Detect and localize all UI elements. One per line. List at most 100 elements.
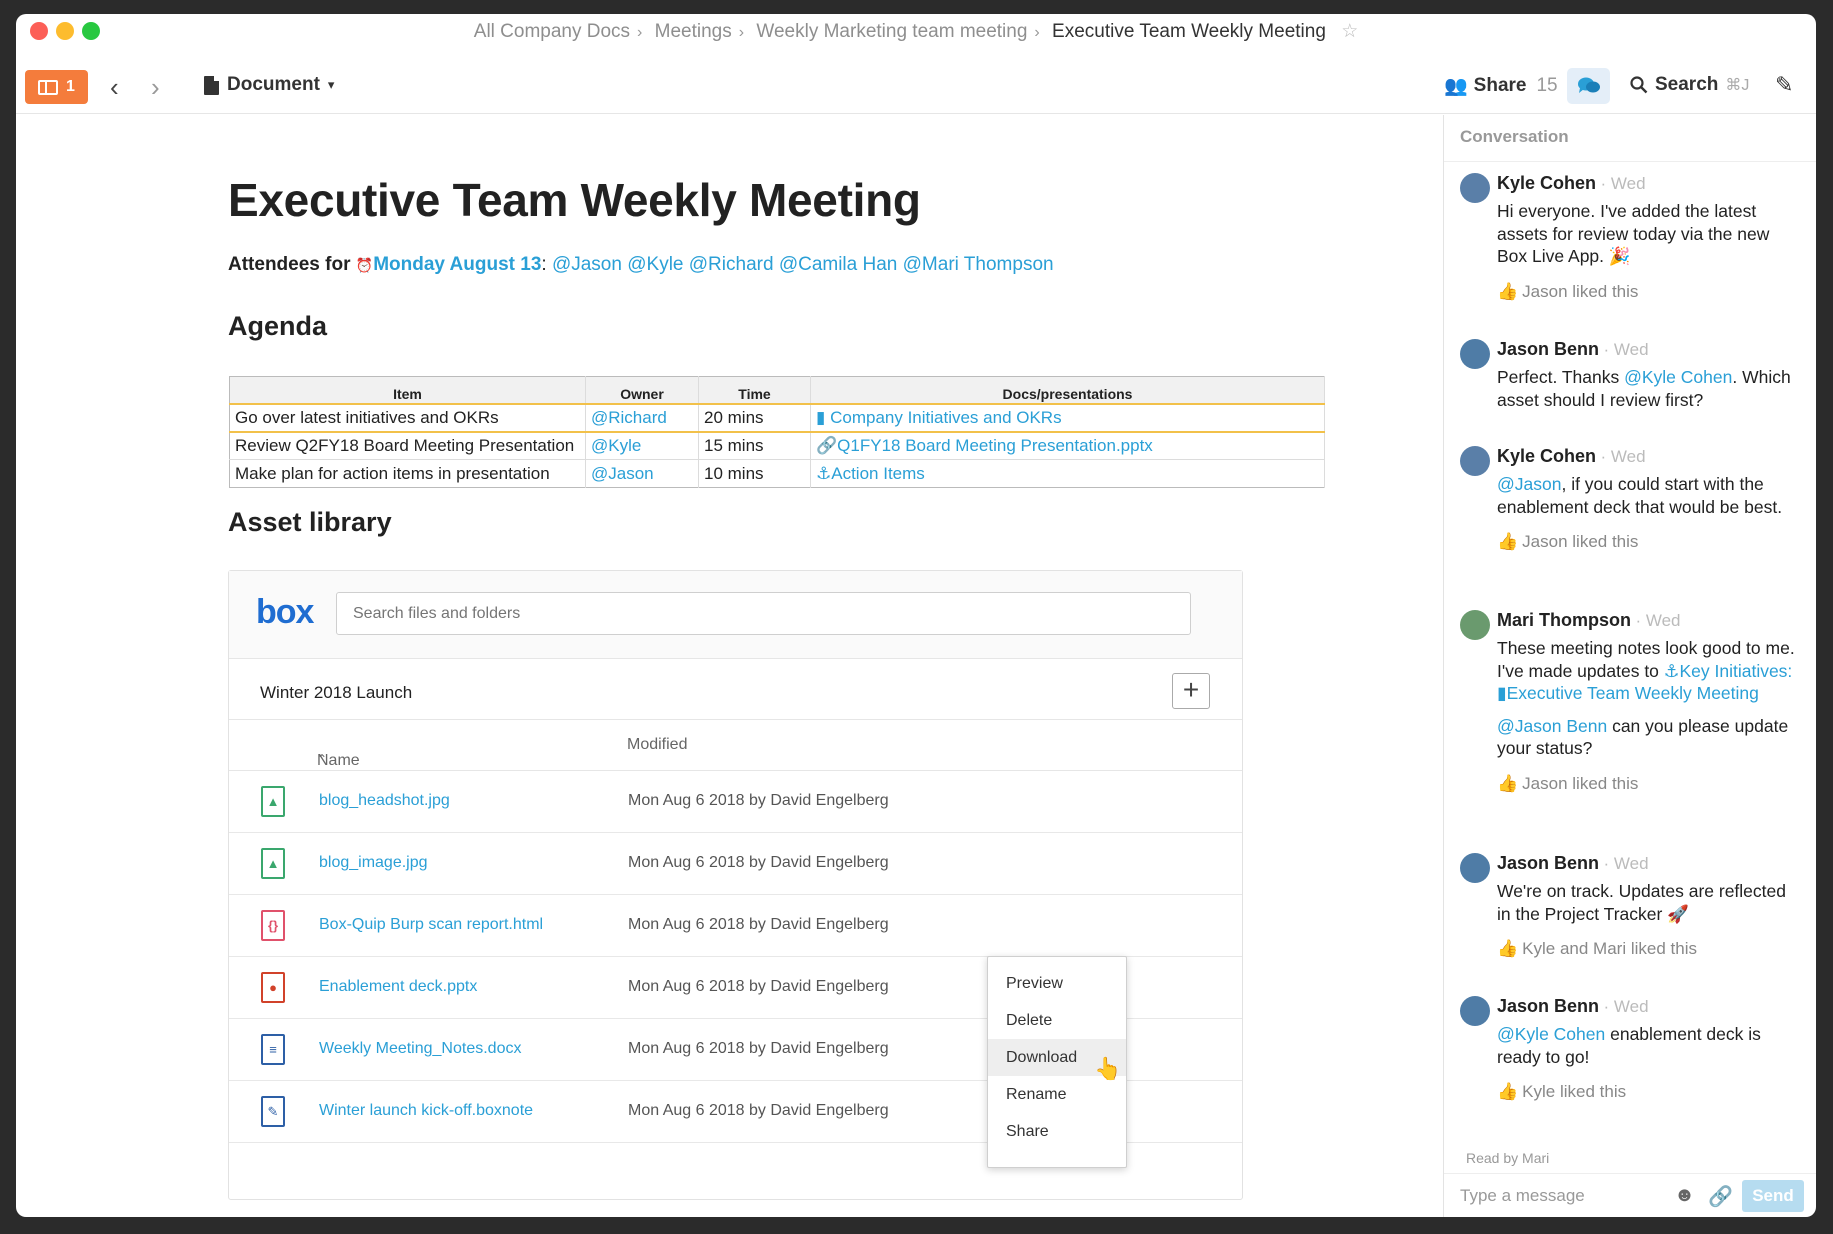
avatar[interactable] <box>1460 173 1490 203</box>
message-text: Hi everyone. I've added the latest asset… <box>1497 201 1770 266</box>
message-time: · Wed <box>1600 174 1646 193</box>
agenda-doc-cell[interactable]: ▮ Company Initiatives and OKRs <box>810 402 1325 433</box>
avatar[interactable] <box>1460 853 1490 883</box>
agenda-time[interactable]: 10 mins <box>698 459 811 488</box>
agenda-owner[interactable]: @Kyle <box>585 431 699 460</box>
paperclip-icon[interactable]: 🔗 <box>1708 1184 1733 1209</box>
chat-bubbles-icon <box>1577 77 1600 93</box>
emoji-icon[interactable]: ☻ <box>1674 1184 1695 1207</box>
file-name[interactable]: blog_headshot.jpg <box>319 792 450 810</box>
agenda-time[interactable]: 20 mins <box>698 402 811 433</box>
agenda-item[interactable]: Go over latest initiatives and OKRs <box>229 402 586 433</box>
column-header: Docs/presentations <box>810 376 1325 404</box>
menu-item-preview[interactable]: Preview <box>988 965 1126 1002</box>
add-button[interactable]: + <box>1172 673 1210 709</box>
avatar[interactable] <box>1460 610 1490 640</box>
chevron-right-icon: › <box>738 24 745 41</box>
message-text: @Jason Benn can you please update your s… <box>1497 715 1789 759</box>
folder-name: Winter 2018 Launch <box>260 683 413 702</box>
read-receipt: Read by Mari <box>1466 1150 1550 1166</box>
file-name[interactable]: blog_image.jpg <box>319 854 428 872</box>
file-row[interactable]: ▲ blog_headshot.jpg Mon Aug 6 2018 by Da… <box>229 771 1242 833</box>
message-author[interactable]: Jason Benn <box>1497 339 1599 359</box>
thumbs-up-icon[interactable]: 👍 <box>1497 939 1518 958</box>
send-button[interactable]: Send <box>1742 1180 1804 1212</box>
thumbs-up-icon[interactable]: 👍 <box>1497 532 1518 551</box>
message-author[interactable]: Jason Benn <box>1497 853 1599 873</box>
file-row[interactable]: ▲ blog_image.jpg Mon Aug 6 2018 by David… <box>229 833 1242 895</box>
anchor-icon: ⚓ <box>816 463 832 483</box>
agenda-doc-link[interactable]: Action Items <box>831 464 925 483</box>
chevron-left-icon: ‹ <box>110 72 119 102</box>
avatar[interactable] <box>1460 996 1490 1026</box>
sidebar-toggle-button[interactable]: 1 <box>25 70 88 104</box>
file-modified: Mon Aug 6 2018 by David Engelberg <box>628 854 889 871</box>
search-shortcut: ⌘J <box>1725 77 1750 94</box>
avatar[interactable] <box>1460 339 1490 369</box>
thumbs-up-icon[interactable]: 👍 <box>1497 774 1518 793</box>
agenda-doc-link[interactable]: Q1FY18 Board Meeting Presentation.pptx <box>837 436 1153 455</box>
share-button[interactable]: 👥 Share 15 <box>1444 74 1558 98</box>
message-input[interactable]: Type a message <box>1460 1186 1585 1206</box>
app-window: All Company Docs › Meetings › Weekly Marke… <box>16 14 1816 1217</box>
breadcrumb: All Company Docs › Meetings › Weekly Marke… <box>16 20 1816 43</box>
compose-button[interactable]: ✎ <box>1775 72 1793 98</box>
breadcrumb-item[interactable]: All Company Docs <box>474 21 630 42</box>
message-author[interactable]: Jason Benn <box>1497 996 1599 1016</box>
agenda-header-row: Item Owner Time Docs/presentations <box>229 376 1325 404</box>
message-author[interactable]: Kyle Cohen <box>1497 173 1596 193</box>
message-text: We're on track. Updates are reflected in… <box>1497 881 1786 924</box>
agenda-owner[interactable]: @Jason <box>585 459 699 488</box>
agenda-doc-link[interactable]: Company Initiatives and OKRs <box>830 408 1062 427</box>
box-logo: box <box>256 593 314 631</box>
file-name[interactable]: Winter launch kick-off.boxnote <box>319 1102 533 1120</box>
thumbs-up-icon[interactable]: 👍 <box>1497 1082 1518 1101</box>
chevron-down-icon: ▾ <box>327 77 335 92</box>
image-file-icon: ▲ <box>261 786 285 817</box>
file-name[interactable]: Enablement deck.pptx <box>319 978 477 996</box>
image-file-icon: ▲ <box>261 848 285 879</box>
document-menu[interactable]: Document ▾ <box>204 74 334 96</box>
file-name[interactable]: Box-Quip Burp scan report.html <box>319 916 543 934</box>
mention[interactable]: @Jason <box>552 254 622 275</box>
mention[interactable]: @Richard <box>689 254 774 275</box>
search-button[interactable]: Search ⌘J <box>1630 74 1749 96</box>
agenda-owner[interactable]: @Richard <box>585 402 699 433</box>
attendees-date[interactable]: Monday August 13 <box>373 254 541 275</box>
conversation-toggle-button[interactable] <box>1567 68 1610 104</box>
plus-icon: + <box>1182 674 1200 705</box>
table-row: Review Q2FY18 Board Meeting Presentation… <box>229 431 1325 460</box>
breadcrumb-item[interactable]: Meetings <box>655 21 732 42</box>
search-input[interactable] <box>336 592 1191 635</box>
message-author[interactable]: Kyle Cohen <box>1497 446 1596 466</box>
agenda-doc-cell[interactable]: ⚓Action Items <box>810 459 1325 488</box>
agenda-item[interactable]: Review Q2FY18 Board Meeting Presentation <box>229 431 586 460</box>
mention[interactable]: @Mari Thompson <box>903 254 1054 275</box>
file-name[interactable]: Weekly Meeting_Notes.docx <box>319 1040 521 1058</box>
forward-button[interactable]: › <box>151 72 160 103</box>
agenda-item[interactable]: Make plan for action items in presentati… <box>229 459 586 488</box>
column-header[interactable]: Modified <box>627 736 687 754</box>
star-icon[interactable]: ☆ <box>1341 21 1358 42</box>
breadcrumb-item[interactable]: Weekly Marketing team meeting <box>756 21 1027 42</box>
back-button[interactable]: ‹ <box>110 72 119 103</box>
search-label: Search <box>1655 74 1719 95</box>
avatar[interactable] <box>1460 446 1490 476</box>
chevron-right-icon: › <box>1034 24 1040 41</box>
asset-library-heading: Asset library <box>228 507 392 537</box>
agenda-doc-cell[interactable]: 🔗Q1FY18 Board Meeting Presentation.pptx <box>810 431 1325 460</box>
thumbs-up-icon[interactable]: 👍 <box>1497 282 1518 301</box>
people-icon: 👥 <box>1444 76 1468 97</box>
table-row: Go over latest initiatives and OKRs @Ric… <box>229 402 1325 433</box>
agenda-time[interactable]: 15 mins <box>698 431 811 460</box>
code-file-icon: {} <box>261 910 285 941</box>
file-row[interactable]: {} Box-Quip Burp scan report.html Mon Au… <box>229 895 1242 957</box>
menu-item-delete[interactable]: Delete <box>988 1002 1126 1039</box>
mention[interactable]: @Kyle <box>627 254 683 275</box>
divider <box>1444 161 1816 162</box>
file-list-header: Name ⌃ Modified <box>229 719 1242 771</box>
message-author[interactable]: Mari Thompson <box>1497 610 1631 630</box>
menu-item-share[interactable]: Share <box>988 1113 1126 1150</box>
mention[interactable]: @Camila Han <box>779 254 898 275</box>
message-text: @Jason, if you could start with the enab… <box>1497 474 1783 517</box>
